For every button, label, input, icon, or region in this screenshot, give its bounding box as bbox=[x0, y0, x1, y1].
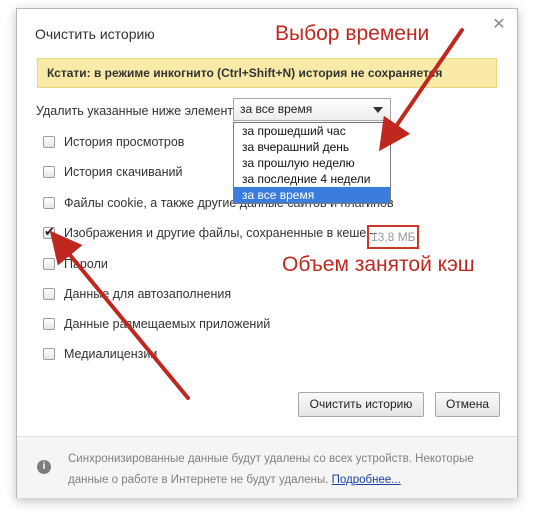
sync-footer-message: Синхронизированные данные будут удалены … bbox=[68, 453, 474, 486]
hosted-apps-checkbox[interactable] bbox=[43, 318, 55, 330]
range-option-all-time[interactable]: за все время bbox=[234, 187, 390, 203]
media-licenses-checkbox[interactable] bbox=[43, 348, 55, 360]
autofill-checkbox[interactable] bbox=[43, 288, 55, 300]
cache-checkbox[interactable]: ✔ bbox=[43, 224, 55, 239]
cookies-checkbox[interactable] bbox=[43, 197, 55, 209]
range-option-hour[interactable]: за прошедший час bbox=[234, 123, 390, 139]
more-info-link[interactable]: Подробнее... bbox=[332, 474, 401, 486]
autofill-label: Данные для автозаполнения bbox=[64, 287, 232, 301]
hosted-apps-label: Данные размещаемых приложений bbox=[64, 317, 271, 331]
media-licenses-label: Медиалицензии bbox=[64, 347, 158, 361]
download-history-checkbox[interactable] bbox=[43, 166, 55, 178]
passwords-checkbox[interactable] bbox=[43, 258, 55, 270]
time-range-select[interactable]: за все время bbox=[233, 98, 391, 121]
cancel-button[interactable]: Отмена bbox=[435, 392, 500, 417]
browsing-history-label: История просмотров bbox=[64, 135, 185, 149]
browsing-history-checkbox[interactable] bbox=[43, 136, 55, 148]
info-icon: i bbox=[37, 460, 51, 474]
time-range-dropdown: за прошедший час за вчерашний день за пр… bbox=[233, 122, 391, 204]
cache-label: Изображения и другие файлы, сохраненные … bbox=[64, 226, 377, 240]
incognito-notice: Кстати: в режиме инкогнито (Ctrl+Shift+N… bbox=[37, 58, 497, 88]
dialog-title: Очистить историю bbox=[35, 26, 155, 42]
cache-size-value: 13,8 МБ bbox=[367, 225, 419, 249]
screenshot-page: Очистить историю ✕ Кстати: в режиме инко… bbox=[0, 0, 533, 514]
range-option-week[interactable]: за прошлую неделю bbox=[234, 155, 390, 171]
passwords-label: Пароли bbox=[64, 257, 108, 271]
time-range-value: за все время bbox=[240, 102, 313, 116]
check-icon: ✔ bbox=[44, 224, 55, 239]
chevron-down-icon bbox=[373, 107, 383, 113]
range-option-day[interactable]: за вчерашний день bbox=[234, 139, 390, 155]
clear-history-button[interactable]: Очистить историю bbox=[298, 392, 424, 417]
close-icon[interactable]: ✕ bbox=[491, 17, 507, 33]
sync-footer-text: Синхронизированные данные будут удалены … bbox=[68, 449, 508, 491]
annotation-time-choice: Выбор времени bbox=[275, 22, 430, 45]
time-range-label: Удалить указанные ниже элементы bbox=[36, 104, 243, 118]
download-history-label: История скачиваний bbox=[64, 165, 183, 179]
sync-footer: i Синхронизированные данные будут удален… bbox=[17, 436, 517, 498]
annotation-cache-used: Объем занятой кэш bbox=[282, 253, 475, 276]
range-option-4-weeks[interactable]: за последние 4 недели bbox=[234, 171, 390, 187]
